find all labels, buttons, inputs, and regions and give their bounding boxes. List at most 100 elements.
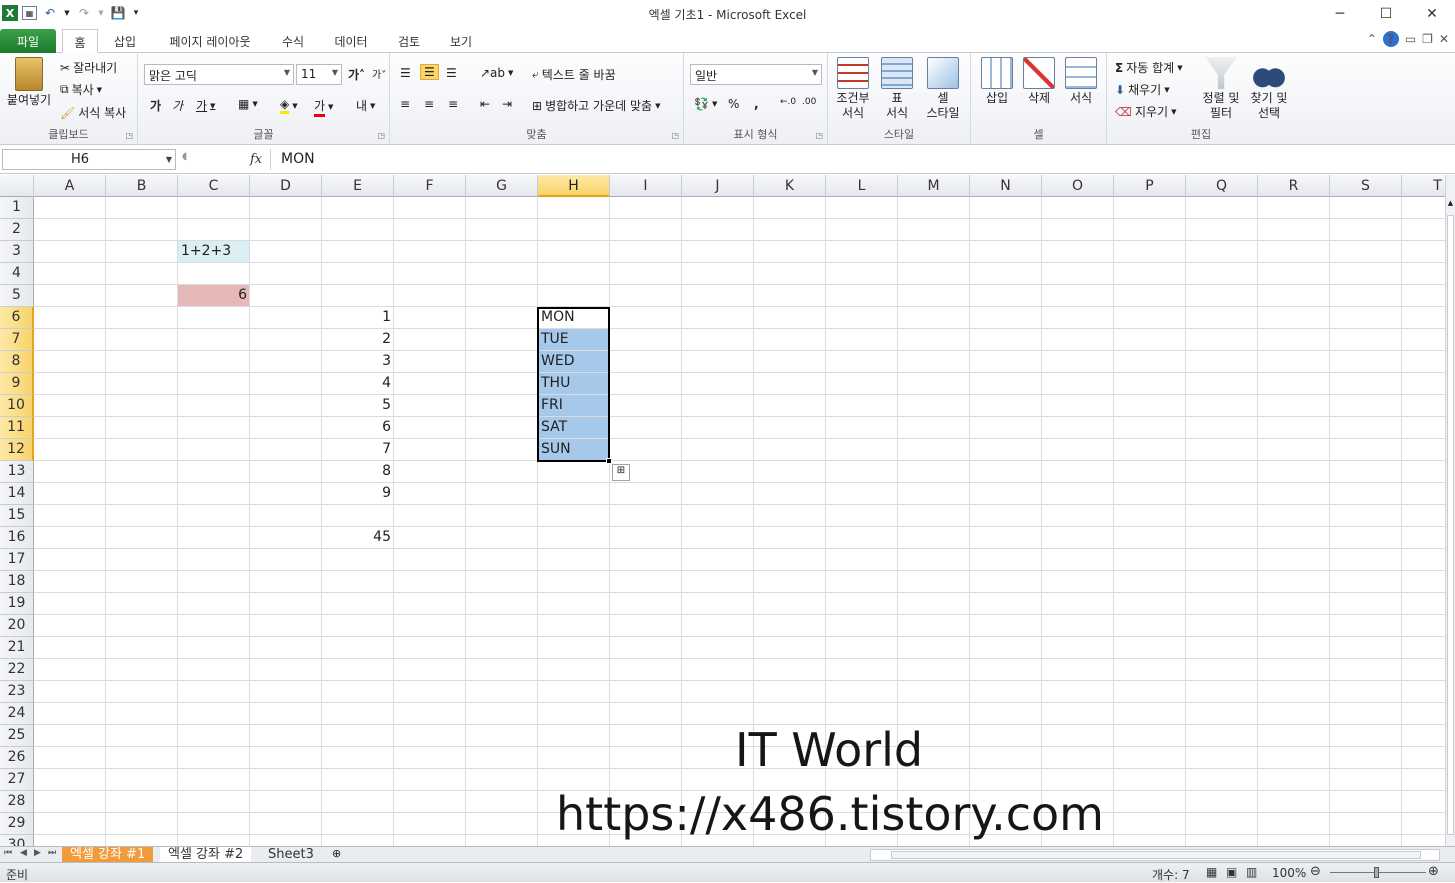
column-header-s[interactable]: S	[1330, 175, 1402, 197]
cell-e6[interactable]: 1	[322, 307, 394, 329]
formula-input[interactable]: MON	[270, 149, 1447, 170]
tab-insert[interactable]: 삽입	[110, 29, 140, 53]
row-header-14[interactable]: 14	[0, 483, 34, 505]
cell-e10[interactable]: 5	[322, 395, 394, 417]
row-header-8[interactable]: 8	[0, 351, 34, 373]
row-header-20[interactable]: 20	[0, 615, 34, 637]
autosum-button[interactable]: Σ 자동 합계 ▼	[1115, 59, 1183, 76]
merge-center-button[interactable]: ⊞ 병합하고 가운데 맞춤 ▼	[532, 97, 660, 114]
cell-e8[interactable]: 3	[322, 351, 394, 373]
row-header-1[interactable]: 1	[0, 197, 34, 219]
cell-e14[interactable]: 9	[322, 483, 394, 505]
borders-button[interactable]: ▦ ▼	[238, 97, 258, 111]
shrink-font-button[interactable]: 가˅	[372, 66, 386, 81]
column-header-p[interactable]: P	[1114, 175, 1186, 197]
row-header-21[interactable]: 21	[0, 637, 34, 659]
cell-e16[interactable]: 45	[322, 527, 394, 549]
row-header-7[interactable]: 7	[0, 329, 34, 351]
zoom-slider-thumb[interactable]	[1374, 867, 1379, 878]
zoom-level[interactable]: 100%	[1272, 866, 1306, 880]
tab-review[interactable]: 검토	[394, 29, 424, 53]
column-header-e[interactable]: E	[322, 175, 394, 197]
percent-button[interactable]: %	[728, 97, 739, 111]
column-header-g[interactable]: G	[466, 175, 538, 197]
increase-decimal-button[interactable]: ←.0	[780, 97, 796, 107]
row-header-6[interactable]: 6	[0, 307, 34, 329]
help-icon[interactable]: ?	[1382, 31, 1399, 47]
row-header-9[interactable]: 9	[0, 373, 34, 395]
maximize-button[interactable]: ☐	[1363, 0, 1409, 28]
row-header-13[interactable]: 13	[0, 461, 34, 483]
scroll-thumb[interactable]	[891, 851, 1421, 859]
sheet-tab-1[interactable]: 엑셀 강좌 #1	[62, 847, 154, 863]
minimize-button[interactable]: ─	[1317, 0, 1363, 28]
page-layout-view-icon[interactable]: ▣	[1226, 865, 1237, 879]
row-header-23[interactable]: 23	[0, 681, 34, 703]
tab-page-layout[interactable]: 페이지 레이아웃	[160, 29, 260, 53]
vertical-scrollbar[interactable]: ▲	[1445, 175, 1455, 846]
row-header-11[interactable]: 11	[0, 417, 34, 439]
align-middle-button[interactable]: ☰	[420, 64, 439, 80]
sheet-nav-next-icon[interactable]: ▶	[34, 848, 41, 858]
row-header-22[interactable]: 22	[0, 659, 34, 681]
row-header-26[interactable]: 26	[0, 747, 34, 769]
align-left-button[interactable]: ≡	[400, 97, 410, 111]
column-header-h[interactable]: H	[538, 175, 610, 197]
doc-minimize-icon[interactable]: ▭	[1405, 32, 1416, 46]
format-as-table-button[interactable]: 표 서식	[876, 57, 918, 121]
autofill-options-icon[interactable]: ⊞	[612, 464, 630, 481]
cell-styles-button[interactable]: 셀 스타일	[920, 57, 966, 121]
format-cells-button[interactable]: 서식	[1061, 57, 1101, 106]
fill-button[interactable]: ⬇ 채우기 ▼	[1115, 81, 1170, 98]
column-header-r[interactable]: R	[1258, 175, 1330, 197]
row-header-12[interactable]: 12	[0, 439, 34, 461]
column-header-b[interactable]: B	[106, 175, 178, 197]
doc-restore-icon[interactable]: ❐	[1422, 32, 1433, 46]
row-header-28[interactable]: 28	[0, 791, 34, 813]
font-size-select[interactable]: 11 ▼	[296, 64, 342, 85]
align-bottom-button[interactable]: ☰	[446, 66, 457, 80]
align-right-button[interactable]: ≡	[448, 97, 458, 111]
row-header-27[interactable]: 27	[0, 769, 34, 791]
column-header-d[interactable]: D	[250, 175, 322, 197]
row-header-5[interactable]: 5	[0, 285, 34, 307]
scroll-thumb[interactable]	[1447, 215, 1454, 835]
cell-e12[interactable]: 7	[322, 439, 394, 461]
horizontal-scrollbar[interactable]	[870, 849, 1440, 861]
column-header-i[interactable]: I	[610, 175, 682, 197]
decrease-indent-button[interactable]: ⇤	[480, 97, 490, 111]
tab-formulas[interactable]: 수식	[278, 29, 308, 53]
scroll-up-icon[interactable]: ▲	[1446, 199, 1455, 207]
row-header-19[interactable]: 19	[0, 593, 34, 615]
cell-e9[interactable]: 4	[322, 373, 394, 395]
comma-button[interactable]: ,	[754, 97, 759, 111]
column-header-c[interactable]: C	[178, 175, 250, 197]
column-header-t[interactable]: T	[1402, 175, 1445, 197]
tab-view[interactable]: 보기	[446, 29, 476, 53]
decrease-decimal-button[interactable]: .00	[802, 97, 816, 107]
insert-function-icon[interactable]: fx	[250, 152, 262, 167]
cell-c3[interactable]: 1+2+3	[178, 241, 250, 263]
doc-close-icon[interactable]: ✕	[1439, 32, 1449, 46]
column-header-l[interactable]: L	[826, 175, 898, 197]
tab-home[interactable]: 홈	[62, 29, 98, 53]
row-header-25[interactable]: 25	[0, 725, 34, 747]
delete-cells-button[interactable]: 삭제	[1019, 57, 1059, 106]
name-box[interactable]: H6 ▼	[2, 149, 176, 170]
page-break-view-icon[interactable]: ▥	[1246, 865, 1257, 879]
cell-e13[interactable]: 8	[322, 461, 394, 483]
paste-button[interactable]: 붙여넣기	[4, 57, 54, 108]
phonetic-button[interactable]: 내 ▼	[356, 97, 375, 114]
insert-cells-button[interactable]: 삽입	[977, 57, 1017, 106]
column-header-m[interactable]: M	[898, 175, 970, 197]
bold-button[interactable]: 가	[150, 97, 161, 114]
row-header-3[interactable]: 3	[0, 241, 34, 263]
clear-button[interactable]: ⌫ 지우기 ▼	[1115, 103, 1176, 120]
sheet-nav-last-icon[interactable]: ⏭	[48, 848, 56, 858]
cut-button[interactable]: ✂ 잘라내기	[60, 59, 117, 76]
close-button[interactable]: ✕	[1409, 0, 1455, 28]
formula-bar-grip-icon[interactable]: ◖	[182, 151, 187, 162]
accounting-format-button[interactable]: 💱 ▼	[694, 97, 717, 111]
align-top-button[interactable]: ☰	[400, 66, 411, 80]
tab-data[interactable]: 데이터	[330, 29, 372, 53]
